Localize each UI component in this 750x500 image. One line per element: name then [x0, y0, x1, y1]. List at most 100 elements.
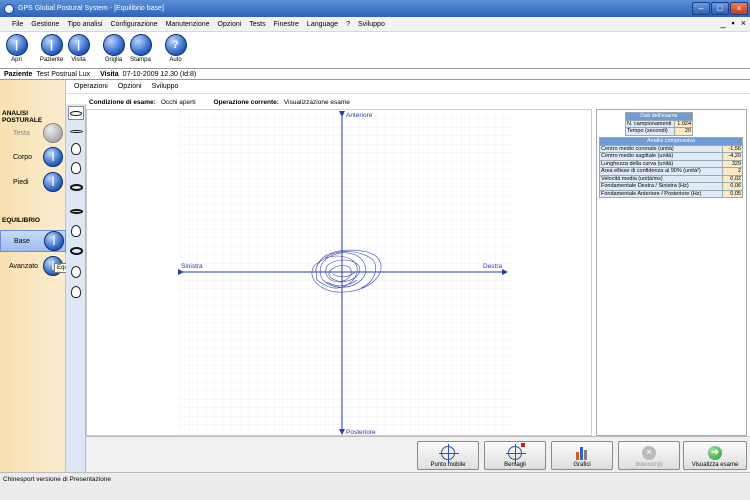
- submenu-opzioni[interactable]: Opzioni: [118, 83, 142, 90]
- sub-menu-bar: Operazioni Opzioni Sviluppo: [66, 80, 750, 94]
- exam-data-header: Dati dell'esame: [625, 112, 693, 121]
- nav-base[interactable]: Base |: [0, 230, 66, 252]
- person-icon: |: [67, 34, 90, 56]
- close-button[interactable]: ×: [730, 2, 748, 15]
- globe-icon: [129, 34, 152, 56]
- table-row: N. campionamenti 1.024: [624, 119, 693, 128]
- visualizza-esame-button[interactable]: ➜ Visualizza esame: [683, 441, 747, 470]
- bar-chart-icon: [575, 446, 589, 460]
- label-sinistra: Sinistra: [181, 263, 203, 270]
- table-row: Centro medio coronale (unità) -1,56: [599, 144, 743, 153]
- stabilogram-svg: Anteriore Posteriore Sinistra Destra: [178, 111, 512, 436]
- submenu-operazioni[interactable]: Operazioni: [74, 83, 108, 90]
- status-bar: Chinesport versione di Presentazione: [0, 472, 750, 500]
- visit-label: Visita: [100, 70, 119, 78]
- menu-opzioni[interactable]: Opzioni: [218, 21, 242, 28]
- analysis-header: Analisi complessiva: [599, 137, 743, 146]
- griglia-button[interactable]: Griglia: [101, 32, 126, 63]
- menu-finestre[interactable]: Finestre: [274, 21, 299, 28]
- person-icon: [43, 123, 63, 143]
- mdi-close-button[interactable]: ×: [741, 18, 746, 28]
- condition-bar: Condizione di esame: Occhi aperti Operaz…: [86, 96, 750, 108]
- menu-manutenzione[interactable]: Manutenzione: [166, 21, 210, 28]
- head-front-view-icon[interactable]: [68, 224, 84, 238]
- table-row: Lunghezza della curva (unità) 329: [599, 159, 743, 168]
- label-anteriore: Anteriore: [346, 112, 373, 119]
- table-row: Velocità media (unità/ms) 0,02: [599, 174, 743, 183]
- patient-bar: Paziente Test Postrual Lux Visita 07-10-…: [0, 68, 750, 80]
- shell-view-icon[interactable]: [68, 265, 84, 279]
- analysis-table: Analisi complessiva Centro medio coronal…: [599, 137, 743, 198]
- patient-label: Paziente: [4, 70, 33, 78]
- menu-tests[interactable]: Tests: [249, 21, 265, 28]
- stop-icon: ×: [642, 446, 656, 460]
- person-icon: |: [5, 34, 28, 56]
- bersagli-button[interactable]: Bersagli: [484, 441, 546, 470]
- condition-value: Occhi aperti: [160, 98, 196, 106]
- menu-file[interactable]: File: [12, 21, 23, 28]
- nav-corpo[interactable]: Corpo |: [0, 146, 66, 168]
- app-icon: [4, 3, 14, 14]
- head-view-icon[interactable]: [68, 142, 84, 156]
- operation-label: Operazione corrente:: [213, 98, 279, 106]
- target-icon: [506, 443, 526, 464]
- operation-value: Visualizzazione esame: [283, 98, 350, 106]
- eyebrow-view-icon[interactable]: [68, 124, 84, 138]
- paziente-button[interactable]: | Paziente: [39, 32, 64, 63]
- stampa-button[interactable]: Stampa: [128, 32, 153, 63]
- person-icon: |: [40, 34, 63, 56]
- action-bar: Punto mobile Bersagli Grafici × Interrom…: [86, 436, 750, 472]
- arrow-right-icon: ➜: [708, 446, 722, 460]
- globe-icon: [102, 34, 125, 56]
- eyes-view-icon[interactable]: [68, 106, 84, 120]
- label-posteriore: Posteriore: [346, 429, 376, 436]
- title-bar: GPS Global Postural System - [Equilibrio…: [0, 0, 750, 17]
- mdi-minimize-button[interactable]: _: [721, 18, 726, 28]
- apri-button[interactable]: | Apri: [4, 32, 29, 63]
- label-destra: Destra: [483, 263, 503, 270]
- head-tilt-view-icon[interactable]: [68, 285, 84, 299]
- menu-configurazione[interactable]: Configurazione: [110, 21, 157, 28]
- head-side-view-icon[interactable]: [68, 161, 84, 175]
- stabilogram-plot: Anteriore Posteriore Sinistra Destra: [86, 109, 592, 436]
- menu-help[interactable]: ?: [346, 21, 350, 28]
- menu-sviluppo[interactable]: Sviluppo: [358, 21, 385, 28]
- menu-language[interactable]: Language: [307, 21, 338, 28]
- grafici-button[interactable]: Grafici: [551, 441, 613, 470]
- nav-testa[interactable]: Testa: [0, 122, 66, 144]
- plot-grid: [178, 111, 512, 435]
- exam-data-table: Dati dell'esame N. campionamenti 1.024 Te…: [624, 112, 693, 136]
- ring-view-icon[interactable]: [68, 180, 84, 194]
- patient-name: Test Postrual Lux: [36, 70, 91, 78]
- ring-thick-view-icon[interactable]: [68, 244, 84, 258]
- help-icon: ?: [164, 34, 187, 56]
- menu-gestione[interactable]: Gestione: [31, 21, 59, 28]
- table-row: Fondamentale Destra / Sinistra (Hz) 0,06: [599, 182, 743, 191]
- mdi-controls: _ ▪ ×: [721, 18, 746, 28]
- condition-label: Condizione di esame:: [89, 98, 156, 106]
- mdi-restore-button[interactable]: ▪: [732, 18, 735, 28]
- person-icon: |: [43, 172, 63, 192]
- data-panel: Dati dell'esame N. campionamenti 1.024 Te…: [596, 109, 747, 436]
- table-row: Area ellisse di confidenza al 90% (unità…: [599, 167, 743, 176]
- punto-mobile-button[interactable]: Punto mobile: [417, 441, 479, 470]
- submenu-sviluppo[interactable]: Sviluppo: [152, 83, 179, 90]
- interrompi-button[interactable]: × Interrompi: [618, 441, 680, 470]
- person-icon: |: [43, 147, 63, 167]
- minimize-button[interactable]: –: [692, 2, 710, 15]
- auto-button[interactable]: ? Auto: [163, 32, 188, 63]
- nav-piedi[interactable]: Piedi |: [0, 171, 66, 193]
- table-row: Centro medio sagittale (unità) -4,20: [599, 152, 743, 161]
- maximize-button[interactable]: □: [711, 2, 729, 15]
- ring-flat-view-icon[interactable]: [68, 204, 84, 218]
- visit-value: 07-10-2009 12.30 (Id:8): [122, 70, 197, 78]
- table-row: Tempo (secondi) 20: [624, 127, 693, 136]
- person-icon: |: [44, 231, 64, 251]
- visita-button[interactable]: | Visita: [66, 32, 91, 63]
- status-text: Chinesport versione di Presentazione: [3, 476, 112, 483]
- crosshair-icon: [439, 444, 459, 464]
- menu-tipo-analisi[interactable]: Tipo analisi: [67, 21, 102, 28]
- toolbar: | Apri | Paziente | Visita Griglia Stampa ?…: [0, 32, 750, 68]
- left-nav-panel: ANALISI POSTURALE Testa Corpo | Piedi | EQ…: [0, 80, 66, 472]
- menu-bar: File Gestione Tipo analisi Configurazion…: [0, 17, 750, 32]
